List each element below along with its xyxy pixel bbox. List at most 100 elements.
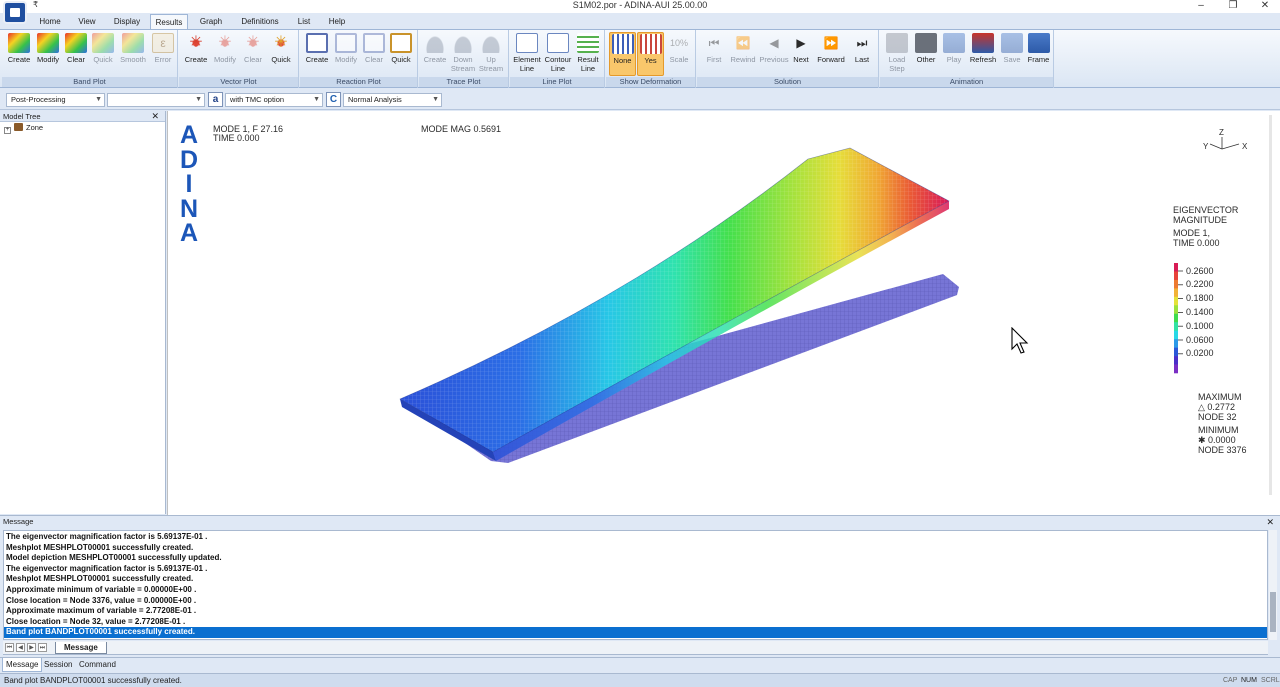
frame-icon xyxy=(1027,33,1050,53)
refresh-button[interactable]: Refresh xyxy=(967,32,999,76)
last-sheet-icon[interactable]: ⏭ xyxy=(38,643,47,652)
tab-view[interactable]: View xyxy=(72,14,102,29)
reaction-modify-button[interactable]: Modify xyxy=(331,32,361,76)
band-quick-button[interactable]: Quick xyxy=(89,32,117,76)
band-error-button[interactable]: ε Error xyxy=(149,32,177,76)
forward-button[interactable]: ⏩ Forward xyxy=(813,32,849,76)
load-step-button[interactable]: Load Step xyxy=(883,32,911,76)
message-scrollbar[interactable] xyxy=(1269,530,1277,640)
x-axis-label: X xyxy=(1242,142,1248,151)
legend-mode: MODE 1, xyxy=(1173,228,1211,238)
up-stream-icon xyxy=(480,33,502,53)
tab-help[interactable]: Help xyxy=(322,14,352,29)
band-plot-icon xyxy=(8,33,30,53)
vector-quick-icon: ✳ xyxy=(270,33,292,53)
legend-tick-label: 0.0600 xyxy=(1186,334,1214,345)
tab-home[interactable]: Home xyxy=(33,14,67,29)
reaction-quick-button[interactable]: Quick xyxy=(387,32,415,76)
next-button[interactable]: ▶ Next xyxy=(789,32,813,76)
trace-create-button[interactable]: Create xyxy=(421,32,449,76)
analysis-select[interactable]: Normal Analysis ▼ xyxy=(343,93,442,107)
vector-quick-button[interactable]: ✳ Quick xyxy=(266,32,296,76)
vector-create-button[interactable]: ✳ Create xyxy=(182,32,210,76)
reaction-plot-group: Create Modify Clear Quick Reaction Plot xyxy=(300,30,418,88)
model-canvas[interactable] xyxy=(168,111,1268,515)
axes-triad xyxy=(1209,137,1240,150)
message-line: Meshplot MESHPLOT00001 successfully crea… xyxy=(6,542,194,552)
other-button[interactable]: Other xyxy=(911,32,941,76)
reaction-clear-button[interactable]: Clear xyxy=(361,32,387,76)
result-line-button[interactable]: Result Line xyxy=(574,32,602,76)
close-icon[interactable]: ✕ xyxy=(1250,0,1280,12)
close-icon[interactable]: ✕ xyxy=(151,111,159,122)
save-anim-icon xyxy=(1001,33,1023,53)
last-icon: ⏭ xyxy=(856,36,868,50)
save-anim-button[interactable]: Save xyxy=(999,32,1025,76)
rewind-button[interactable]: ⏪ Rewind xyxy=(727,32,759,76)
tab-message[interactable]: Message xyxy=(2,658,43,672)
chevron-down-icon: ▼ xyxy=(195,96,202,103)
tab-graph[interactable]: Graph xyxy=(194,14,228,29)
mode-select[interactable]: Post-Processing ▼ xyxy=(6,93,105,107)
vector-modify-button[interactable]: ✳ Modify xyxy=(210,32,240,76)
restore-icon[interactable]: ❐ xyxy=(1218,0,1248,12)
legend-segment xyxy=(1174,279,1178,289)
blank-select[interactable]: ▼ xyxy=(107,93,205,107)
model-tree-panel: Model Tree ✕ + Zone xyxy=(0,111,166,514)
animation-group: Load Step Other Play Refresh Save Frame … xyxy=(880,30,1054,88)
deformation-scale-button[interactable]: 10% Scale xyxy=(665,32,693,76)
tab-display[interactable]: Display xyxy=(108,14,146,29)
last-button[interactable]: ⏭ Last xyxy=(849,32,875,76)
chevron-down-icon: ▼ xyxy=(95,96,102,103)
quick-access-toolbar[interactable]: ₹ xyxy=(33,0,38,9)
tree-item-zone[interactable]: + Zone xyxy=(0,122,165,134)
frame-button[interactable]: Frame xyxy=(1025,32,1052,76)
title-bar: S1M02.por - ADINA-AUI 25.00.00 ₹ – ❐ ✕ xyxy=(0,0,1280,13)
band-modify-button[interactable]: Modify xyxy=(33,32,63,76)
minimize-icon[interactable]: – xyxy=(1186,0,1216,12)
up-stream-button[interactable]: Up Stream xyxy=(477,32,505,76)
a-button[interactable]: a xyxy=(208,92,223,107)
deformation-none-button[interactable]: None xyxy=(609,32,636,76)
tab-command[interactable]: Command xyxy=(76,658,119,672)
app-menu-icon[interactable] xyxy=(3,1,27,24)
element-line-button[interactable]: Element Line xyxy=(512,32,542,76)
sheet-tab-message[interactable]: Message xyxy=(55,642,107,654)
down-stream-button[interactable]: Down Stream xyxy=(449,32,477,76)
legend-segment xyxy=(1174,296,1178,306)
close-icon[interactable]: ✕ xyxy=(1266,516,1274,528)
next-sheet-icon[interactable]: ▶ xyxy=(27,643,36,652)
band-smooth-button[interactable]: Smooth xyxy=(117,32,149,76)
c-button[interactable]: C xyxy=(326,92,341,107)
first-button[interactable]: ⏮ First xyxy=(701,32,727,76)
vector-modify-icon: ✳ xyxy=(214,33,236,53)
message-log[interactable]: The eigenvector magnification factor is … xyxy=(3,530,1268,640)
play-button[interactable]: Play xyxy=(941,32,967,76)
tmc-select[interactable]: with TMC option ▼ xyxy=(225,93,323,107)
tab-definitions[interactable]: Definitions xyxy=(234,14,286,29)
message-line: Meshplot MESHPLOT00001 successfully crea… xyxy=(6,574,194,584)
line-plot-title: Line Plot xyxy=(510,77,604,87)
tab-session[interactable]: Session xyxy=(41,658,75,672)
deformation-yes-button[interactable]: Yes xyxy=(637,32,664,76)
message-line-selected[interactable]: Band plot BANDPLOT00001 successfully cre… xyxy=(4,627,1267,638)
graphics-viewport[interactable]: ADINA MODE 1, F 27.16 TIME 0.000 MODE MA… xyxy=(167,111,1280,515)
scrollbar-thumb[interactable] xyxy=(1270,592,1276,632)
legend-segment xyxy=(1174,271,1178,281)
tab-results[interactable]: Results xyxy=(150,14,188,29)
prev-sheet-icon[interactable]: ◀ xyxy=(16,643,25,652)
tab-list[interactable]: List xyxy=(292,14,316,29)
epsilon-icon: ε xyxy=(152,33,174,53)
first-sheet-icon[interactable]: ⏮ xyxy=(5,643,14,652)
band-create-button[interactable]: Create xyxy=(5,32,33,76)
band-clear-button[interactable]: Clear xyxy=(63,32,89,76)
forward-icon: ⏩ xyxy=(823,36,839,50)
expand-icon[interactable]: + xyxy=(4,127,11,134)
previous-button[interactable]: ◀ Previous xyxy=(759,32,789,76)
viewport-scrollbar[interactable] xyxy=(1269,115,1272,495)
message-line: Close location = Node 32, value = 2.7720… xyxy=(6,616,186,626)
vector-clear-button[interactable]: ✳ Clear xyxy=(240,32,266,76)
first-icon: ⏮ xyxy=(708,36,720,50)
contour-line-button[interactable]: Contour Line xyxy=(542,32,574,76)
reaction-create-button[interactable]: Create xyxy=(303,32,331,76)
